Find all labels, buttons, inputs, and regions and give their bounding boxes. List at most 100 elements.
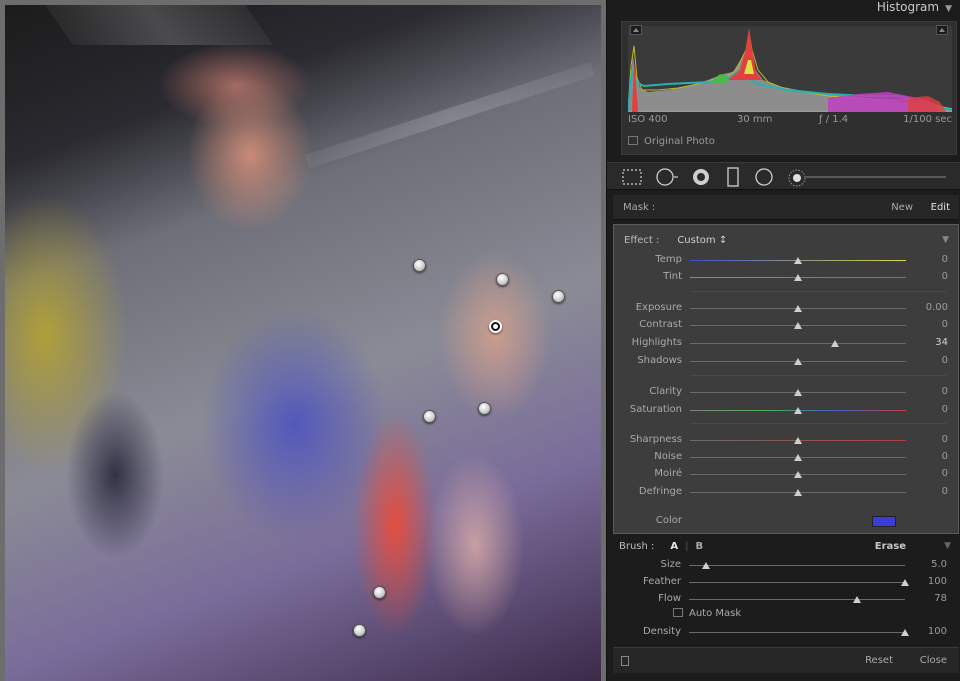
brush-pin[interactable]: [422, 409, 436, 423]
photo-canvas[interactable]: [0, 0, 606, 681]
brush-pin[interactable]: [372, 585, 386, 599]
effect-clarity-value[interactable]: 0: [942, 386, 948, 397]
brush-pin[interactable]: [495, 272, 509, 286]
effect-saturation-thumb[interactable]: [794, 407, 802, 414]
effect-defringe-value[interactable]: 0: [942, 486, 948, 497]
shadow-clipping-icon[interactable]: [630, 25, 642, 35]
effect-clarity-thumb[interactable]: [794, 389, 802, 396]
graduated-filter-icon[interactable]: [723, 167, 743, 187]
brush-size-track[interactable]: [689, 565, 905, 566]
effect-selector[interactable]: Effect : Custom ↕: [624, 235, 727, 246]
brush-size-slider[interactable]: Size 5.0: [613, 557, 959, 573]
brush-density-value[interactable]: 100: [928, 626, 947, 637]
brush-collapse-icon[interactable]: ▼: [944, 541, 951, 551]
shutter-value: 1/100 sec: [903, 114, 952, 125]
effect-defringe-slider[interactable]: Defringe 0: [614, 484, 960, 500]
brush-feather-slider[interactable]: Feather 100: [613, 574, 959, 590]
brush-flow-slider[interactable]: Flow 78: [613, 591, 959, 607]
brush-size-label: Size: [660, 559, 681, 570]
tool-strip: [607, 162, 960, 190]
effect-contrast-thumb[interactable]: [794, 322, 802, 329]
ceiling-beam: [45, 5, 274, 45]
brush-pin[interactable]: [477, 401, 491, 415]
effect-moir--slider[interactable]: Moiré 0: [614, 466, 960, 482]
adjustment-brush-icon[interactable]: [786, 167, 806, 187]
brush-feather-thumb[interactable]: [901, 579, 909, 586]
effect-sharpness-slider[interactable]: Sharpness 0: [614, 432, 960, 448]
panel-switch-icon[interactable]: [621, 656, 629, 666]
brush-density-thumb[interactable]: [901, 629, 909, 636]
auto-mask-toggle[interactable]: Auto Mask: [673, 608, 741, 619]
photo-preview[interactable]: [5, 5, 601, 681]
brush-density-slider[interactable]: Density 100: [613, 624, 959, 640]
effect-clarity-slider[interactable]: Clarity 0: [614, 384, 960, 400]
wall-highlight: [305, 62, 595, 169]
effect-noise-slider[interactable]: Noise 0: [614, 449, 960, 465]
brush-b-tab[interactable]: B: [696, 541, 704, 552]
effect-contrast-value[interactable]: 0: [942, 319, 948, 330]
effect-shadows-thumb[interactable]: [794, 358, 802, 365]
effect-highlights-thumb[interactable]: [830, 340, 839, 347]
auto-mask-checkbox[interactable]: [673, 608, 683, 617]
effect-highlights-track[interactable]: [690, 343, 906, 344]
color-label: Color: [655, 515, 682, 526]
brush-flow-track[interactable]: [689, 599, 905, 600]
brush-pin[interactable]: [551, 289, 565, 303]
close-button[interactable]: Close: [920, 655, 947, 666]
effect-saturation-value[interactable]: 0: [942, 404, 948, 415]
effect-exposure-thumb[interactable]: [794, 305, 802, 312]
color-swatch[interactable]: [872, 516, 896, 527]
effect-sharpness-value[interactable]: 0: [942, 434, 948, 445]
effect-tint-thumb[interactable]: [794, 274, 802, 281]
slider-group-divider: [690, 291, 946, 292]
effect-defringe-thumb[interactable]: [794, 489, 802, 496]
effect-sharpness-thumb[interactable]: [794, 437, 802, 444]
original-photo-checkbox[interactable]: [628, 136, 638, 145]
effect-exposure-slider[interactable]: Exposure 0.00: [614, 300, 960, 316]
brush-feather-value[interactable]: 100: [928, 576, 947, 587]
brush-pin[interactable]: [352, 623, 366, 637]
original-photo-toggle[interactable]: Original Photo: [628, 136, 715, 147]
histogram-header[interactable]: Histogram ▼: [877, 0, 952, 14]
brush-feather-track[interactable]: [689, 582, 905, 583]
red-eye-icon[interactable]: [691, 167, 711, 187]
effect-moir--value[interactable]: 0: [942, 468, 948, 479]
effect-noise-thumb[interactable]: [794, 454, 802, 461]
effect-highlights-value[interactable]: 34: [935, 337, 948, 348]
effect-temp-slider[interactable]: Temp 0: [614, 252, 960, 268]
effect-temp-thumb[interactable]: [794, 257, 802, 264]
effect-temp-value[interactable]: 0: [942, 254, 948, 265]
reset-button[interactable]: Reset: [865, 655, 893, 666]
brush-size-value[interactable]: 5.0: [931, 559, 947, 570]
brush-pin-active[interactable]: [488, 319, 502, 333]
brush-size-track[interactable]: [806, 176, 946, 178]
mask-new-button[interactable]: New: [891, 202, 913, 213]
radial-filter-icon[interactable]: [754, 167, 774, 187]
effect-preset-dropdown[interactable]: Custom ↕: [677, 235, 727, 246]
brush-flow-value[interactable]: 78: [934, 593, 947, 604]
spot-removal-icon[interactable]: [655, 167, 678, 187]
effect-collapse-icon[interactable]: ▼: [942, 235, 949, 245]
collapse-triangle-icon[interactable]: ▼: [945, 4, 952, 14]
effect-saturation-slider[interactable]: Saturation 0: [614, 402, 960, 418]
crop-overlay-icon[interactable]: [621, 167, 642, 187]
effect-contrast-slider[interactable]: Contrast 0: [614, 317, 960, 333]
effect-highlights-slider[interactable]: Highlights 34: [614, 335, 960, 351]
brush-pin[interactable]: [412, 258, 426, 272]
highlight-clipping-icon[interactable]: [936, 25, 948, 35]
brush-size-thumb[interactable]: [702, 562, 711, 569]
effect-tint-value[interactable]: 0: [942, 271, 948, 282]
brush-flow-thumb[interactable]: [853, 596, 862, 603]
effect-shadows-slider[interactable]: Shadows 0: [614, 353, 960, 369]
brush-a-tab[interactable]: A: [670, 541, 678, 552]
effect-tint-slider[interactable]: Tint 0: [614, 269, 960, 285]
effect-exposure-value[interactable]: 0.00: [926, 302, 948, 313]
effect-noise-value[interactable]: 0: [942, 451, 948, 462]
brush-erase-tab[interactable]: Erase: [875, 541, 906, 552]
histogram-graph[interactable]: [627, 26, 953, 113]
effect-moir--thumb[interactable]: [794, 471, 802, 478]
mask-edit-button[interactable]: Edit: [931, 202, 950, 213]
brush-density-track[interactable]: [689, 632, 905, 633]
panel-footer: Reset Close: [613, 647, 959, 673]
effect-shadows-value[interactable]: 0: [942, 355, 948, 366]
